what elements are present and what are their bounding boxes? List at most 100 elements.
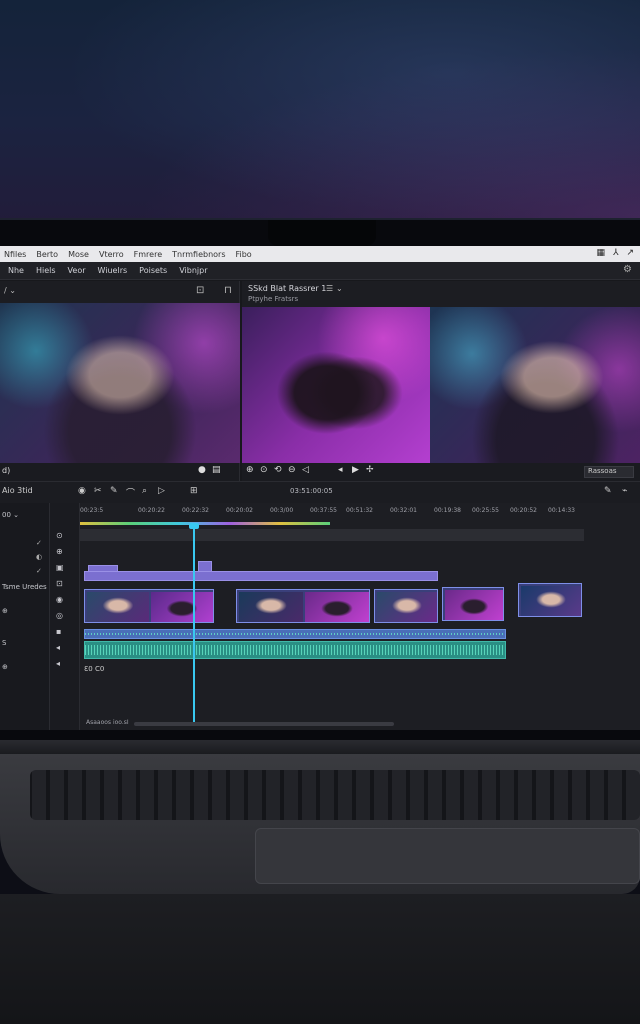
track-header-label[interactable]: 00 ⌄ <box>2 511 19 519</box>
laptop-screen-bezel: Nfiles Berto Mose Vterro Fmrere Tnrmfieb… <box>0 218 640 740</box>
camera-notch <box>268 220 376 246</box>
loop-icon[interactable]: ⟲ <box>274 465 282 475</box>
audio-clip-music[interactable] <box>84 641 506 659</box>
sequence-subtitle: Ptpyhe Fratsrs <box>248 295 299 303</box>
program-monitor-header: SSkd Blat Rassrer 1 Ptpyhe Fratsrs ☰ ⌄ <box>242 281 640 307</box>
checkmark-icon[interactable]: ✓ <box>36 539 42 547</box>
frame-icon[interactable]: ⊡ <box>196 285 204 296</box>
clip-thumbnail <box>151 592 213 622</box>
os-menu-item[interactable]: Nfiles <box>4 250 26 259</box>
solo-icon[interactable]: ⊕ <box>56 547 63 556</box>
desk-surface <box>0 894 640 1024</box>
pen-icon[interactable]: ✎ <box>110 486 118 496</box>
speaker-icon[interactable]: ◂ <box>56 643 60 652</box>
timeline-tracks[interactable]: 00:23:5 00:20:22 00:22:32 00:20:02 00:3/… <box>80 503 640 730</box>
eye-icon[interactable]: ◎ <box>56 611 63 620</box>
adjustment-layer-clip[interactable] <box>84 571 438 581</box>
play-in-icon[interactable]: ⊙ <box>260 465 268 475</box>
app-menu-bar: Nhe Hiels Veor Wiuelrs Poisets Vibnjpr ⚙ <box>0 262 640 280</box>
rewind-icon[interactable]: ◂ <box>338 465 343 475</box>
edit-icon[interactable]: ✎ <box>604 486 612 496</box>
step-back-icon[interactable]: ⊕ <box>246 465 254 475</box>
app-menu-item[interactable]: Wiuelrs <box>98 266 128 275</box>
record-icon[interactable]: ◉ <box>78 486 86 496</box>
sync-icon[interactable]: ⊡ <box>56 579 63 588</box>
go-to-in-icon[interactable]: ◁ <box>302 465 309 475</box>
ruler-tick: 00:23:5 <box>80 507 104 514</box>
razor-icon[interactable]: ✂ <box>94 486 102 496</box>
os-menu-item[interactable]: Fibo <box>235 250 251 259</box>
snap-icon[interactable]: ⌒ <box>126 486 135 499</box>
timeline-ruler[interactable]: 00:23:5 00:20:22 00:22:32 00:20:02 00:3/… <box>80 507 640 521</box>
laptop-hinge <box>0 740 640 754</box>
settings-icon[interactable]: ⚙ <box>623 264 632 275</box>
work-area-bar[interactable] <box>80 529 584 541</box>
waveform <box>85 645 505 655</box>
timeline-timecode: 03:51:00:05 <box>290 487 333 495</box>
source-selector[interactable]: / ⌄ <box>4 286 16 295</box>
play-icon[interactable]: ▷ <box>158 486 165 496</box>
os-menu-item[interactable]: Fmrere <box>134 250 162 259</box>
program-preview-singer[interactable] <box>430 307 640 463</box>
app-menu-item[interactable]: Nhe <box>8 266 24 275</box>
clip-thumbnail <box>239 592 303 622</box>
app-menu-item[interactable]: Hiels <box>36 266 56 275</box>
marker-icon[interactable]: ● <box>198 465 206 475</box>
grid-icon[interactable]: ▦ <box>596 248 605 258</box>
trackpad <box>255 828 640 884</box>
program-monitor-controls: ⊕ ⊙ ⟲ ⊖ ◁ ◂ ▶ ✢ Rassoas <box>242 463 640 481</box>
track-toggle-label[interactable]: S <box>2 639 6 647</box>
app-menu-item[interactable]: Poisets <box>139 266 167 275</box>
lock-icon[interactable]: ▣ <box>56 563 64 572</box>
checkmark-icon[interactable]: ✓ <box>36 567 42 575</box>
os-menu-item[interactable]: Vterro <box>99 250 124 259</box>
link-icon[interactable]: ⊞ <box>190 486 198 496</box>
panel-menu-icon[interactable]: ☰ <box>326 284 333 293</box>
os-menu-item[interactable]: Tnrmfiebnors <box>172 250 225 259</box>
app-menu-item[interactable]: Veor <box>68 266 86 275</box>
search-icon[interactable]: ⌕ <box>142 486 147 496</box>
playhead[interactable] <box>193 527 195 722</box>
track-toggle-label[interactable]: ⊕ <box>2 663 8 671</box>
render-status-bar <box>80 522 330 525</box>
video-clip[interactable] <box>236 589 370 623</box>
sequence-title[interactable]: SSkd Blat Rassrer 1 <box>248 284 326 293</box>
zoom-fit-select[interactable]: Rassoas <box>584 466 634 478</box>
eye-icon[interactable]: ◉ <box>56 595 63 604</box>
mic-icon[interactable]: ▪ <box>56 627 61 636</box>
os-menu-item[interactable]: Mose <box>68 250 89 259</box>
os-menu-item[interactable]: Berto <box>36 250 58 259</box>
safe-margins-icon[interactable]: ⊖ <box>288 465 296 475</box>
program-preview-band[interactable] <box>242 307 430 463</box>
video-clip[interactable] <box>518 583 582 617</box>
app-menu-item[interactable]: Vibnjpr <box>179 266 207 275</box>
clip-thumbnail <box>305 592 369 622</box>
audio-track-label: Ɛ0 C0 <box>84 665 105 673</box>
track-name-label[interactable]: Tsme Uredes <box>2 583 47 591</box>
add-marker-icon[interactable]: ✢ <box>366 465 374 475</box>
ruler-tick: 00:37:55 <box>310 507 337 514</box>
pin-icon[interactable]: ⊓ <box>224 285 232 296</box>
video-editor-screen: Nfiles Berto Mose Vterro Fmrere Tnrmfieb… <box>0 246 640 730</box>
chevron-down-icon[interactable]: ⌄ <box>336 284 343 293</box>
audio-clip-primary[interactable] <box>84 629 506 639</box>
timeline-scrollbar[interactable] <box>134 722 394 726</box>
share-icon[interactable]: ⌁ <box>622 486 627 496</box>
track-toggle-label[interactable]: ⊕ <box>2 607 8 615</box>
clip-thumbnail <box>377 592 437 622</box>
ruler-tick: 00:3/00 <box>270 507 294 514</box>
ruler-tick: 00:20:22 <box>138 507 165 514</box>
track-select-label[interactable]: Aio 3tid <box>2 486 33 495</box>
video-clip[interactable] <box>374 589 438 623</box>
speaker-icon[interactable]: ◂ <box>56 659 60 668</box>
waveform <box>85 633 505 635</box>
play-icon[interactable]: ▶ <box>352 465 359 475</box>
source-monitor-preview[interactable] <box>0 303 240 463</box>
fx-icon[interactable]: ◐ <box>36 553 42 561</box>
mute-icon[interactable]: ⊙ <box>56 531 63 540</box>
export-frame-icon[interactable]: ▤ <box>212 465 221 475</box>
ruler-tick: 00:20:52 <box>510 507 537 514</box>
expand-icon[interactable]: ↗ <box>626 248 634 258</box>
user-icon[interactable]: ⅄ <box>613 248 619 258</box>
video-clip[interactable] <box>442 587 504 621</box>
